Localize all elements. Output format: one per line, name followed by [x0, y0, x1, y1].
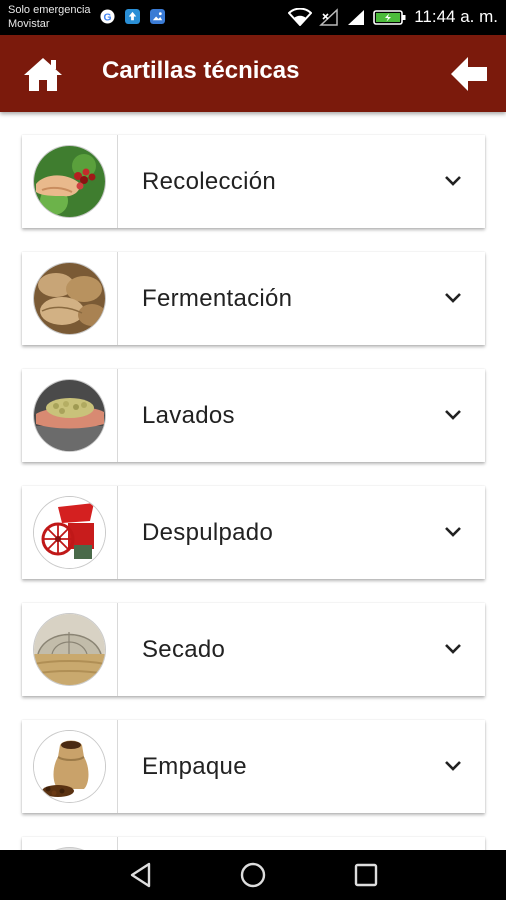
status-bar: Solo emergencia Movistar G 11:44 a. m.	[0, 0, 506, 35]
thumbnail-container	[22, 135, 118, 228]
lavados-image	[34, 380, 105, 451]
thumbnail-container	[22, 369, 118, 462]
thumbnail-container	[22, 486, 118, 579]
carrier-line-2: Movistar	[8, 18, 50, 30]
despulpado-image	[34, 497, 105, 568]
home-icon[interactable]	[22, 55, 64, 93]
clock: 11:44 a. m.	[414, 7, 498, 26]
chevron-down-icon[interactable]	[443, 405, 463, 425]
item-label: Secado	[142, 636, 226, 663]
system-nav-bar	[0, 850, 506, 900]
page-title: Cartillas técnicas	[102, 57, 300, 84]
list-item-partial[interactable]	[22, 837, 485, 850]
item-label: Fermentación	[142, 285, 293, 312]
app-bar: Cartillas técnicas	[0, 35, 506, 112]
item-label: Despulpado	[142, 519, 274, 546]
nav-home-icon[interactable]	[239, 861, 267, 889]
item-label: Recolección	[142, 168, 277, 195]
upload-icon	[125, 9, 140, 24]
no-signal-icon	[319, 8, 338, 26]
back-arrow-icon[interactable]	[448, 53, 490, 95]
list-item-empaque[interactable]: Empaque	[22, 720, 485, 813]
thumbnail-container	[22, 252, 118, 345]
battery-icon	[373, 10, 406, 25]
list-item-fermentacion[interactable]: Fermentación	[22, 252, 485, 345]
chevron-down-icon[interactable]	[443, 288, 463, 308]
svg-text:G: G	[103, 12, 111, 23]
carrier-info: Solo emergencia Movistar	[8, 3, 91, 31]
cartillas-list: Recolección Fermentación Lavados Despulp…	[0, 112, 506, 850]
carrier-line-1: Solo emergencia	[8, 4, 91, 16]
nav-recent-icon[interactable]	[352, 861, 380, 889]
thumbnail-container	[22, 603, 118, 696]
recoleccion-image	[34, 146, 105, 217]
google-icon: G	[100, 9, 115, 24]
nav-back-icon[interactable]	[127, 861, 155, 889]
empaque-image	[34, 731, 105, 802]
item-label: Lavados	[142, 402, 235, 429]
thumbnail-container	[22, 837, 118, 850]
chevron-down-icon[interactable]	[443, 639, 463, 659]
item-label: Empaque	[142, 753, 247, 780]
image-icon	[150, 9, 165, 24]
chevron-down-icon[interactable]	[443, 522, 463, 542]
chevron-down-icon[interactable]	[443, 171, 463, 191]
system-status: 11:44 a. m.	[288, 7, 498, 27]
thumbnail-container	[22, 720, 118, 813]
chevron-down-icon[interactable]	[443, 756, 463, 776]
list-item-recoleccion[interactable]: Recolección	[22, 135, 485, 228]
secado-image	[34, 614, 105, 685]
notification-icons: G	[100, 9, 165, 24]
signal-icon	[348, 10, 365, 25]
wifi-icon	[288, 8, 313, 26]
list-item-despulpado[interactable]: Despulpado	[22, 486, 485, 579]
list-item-lavados[interactable]: Lavados	[22, 369, 485, 462]
fermentacion-image	[34, 263, 105, 334]
list-item-secado[interactable]: Secado	[22, 603, 485, 696]
